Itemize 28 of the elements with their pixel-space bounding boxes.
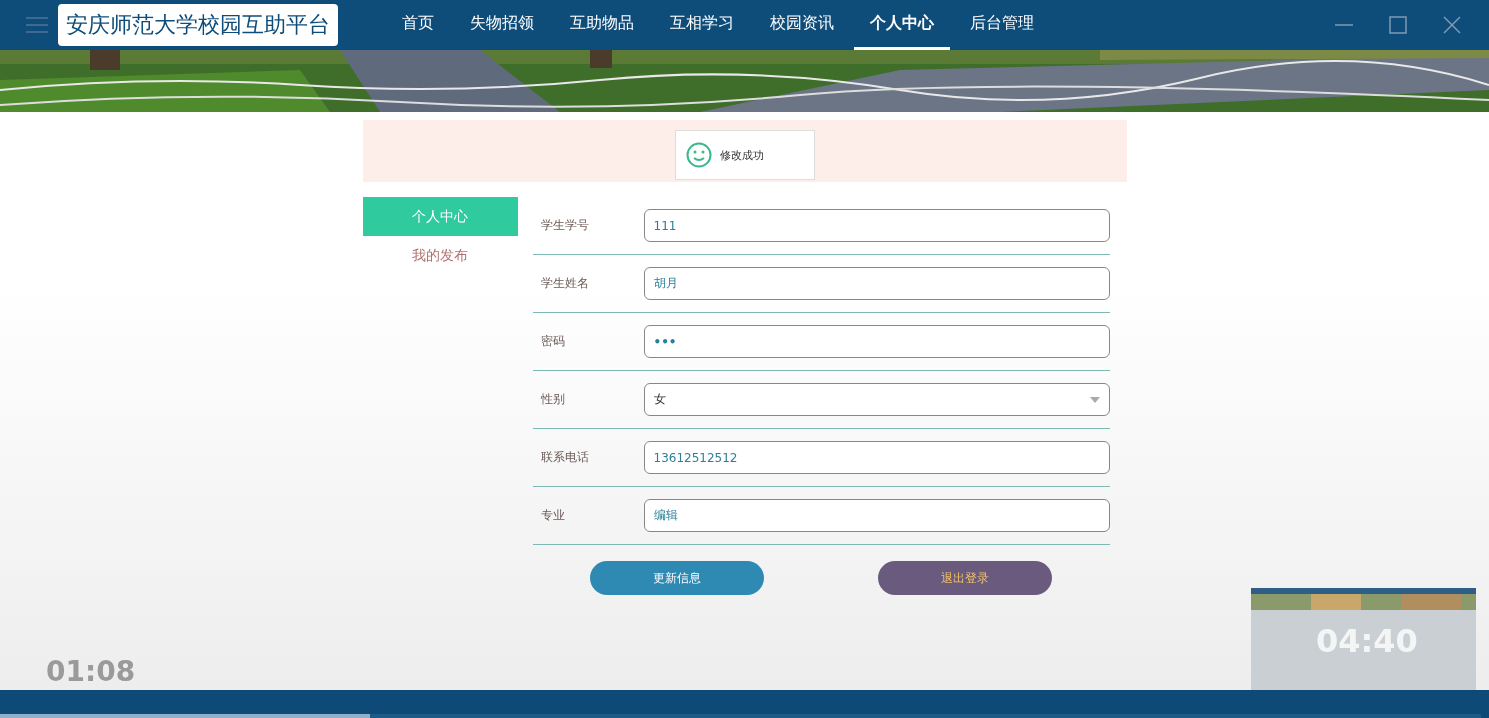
field-label: 专业 xyxy=(539,507,566,524)
nav-tab[interactable]: 互相学习 xyxy=(654,0,750,50)
field-label: 密码 xyxy=(539,333,566,350)
input-field[interactable]: 13612512512 xyxy=(643,441,1110,474)
select-field[interactable]: 女 xyxy=(643,383,1110,416)
update-button[interactable]: 更新信息 xyxy=(589,561,764,595)
nav-tab[interactable]: 首页 xyxy=(386,0,450,50)
field-label: 联系电话 xyxy=(539,449,590,466)
input-field[interactable]: 胡月 xyxy=(643,267,1110,300)
logout-button[interactable]: 退出登录 xyxy=(878,561,1053,595)
toast-message: 修改成功 xyxy=(719,147,764,163)
minimize-icon xyxy=(1335,24,1353,26)
smiley-icon xyxy=(685,142,712,168)
site-logo[interactable]: 安庆师范大学校园互助平台 xyxy=(58,4,338,46)
nav-tab[interactable]: 失物招领 xyxy=(454,0,550,50)
input-field[interactable]: 111 xyxy=(643,209,1110,242)
video-timestamp: 01:08 xyxy=(46,655,136,688)
field-label: 性别 xyxy=(539,391,566,408)
caret-icon xyxy=(1089,396,1100,403)
field-label: 学生姓名 xyxy=(539,275,590,292)
input-field[interactable]: 编辑 xyxy=(643,499,1110,532)
nav-tab[interactable]: 校园资讯 xyxy=(754,0,850,50)
field-label: 学生学号 xyxy=(539,217,590,234)
password-field[interactable]: ••• xyxy=(643,325,1110,358)
menu-icon[interactable] xyxy=(26,16,48,34)
sidebar-item[interactable]: 我的发布 xyxy=(362,236,518,275)
nav-tab[interactable]: 互助物品 xyxy=(554,0,650,50)
nav-tab[interactable]: 后台管理 xyxy=(954,0,1050,50)
